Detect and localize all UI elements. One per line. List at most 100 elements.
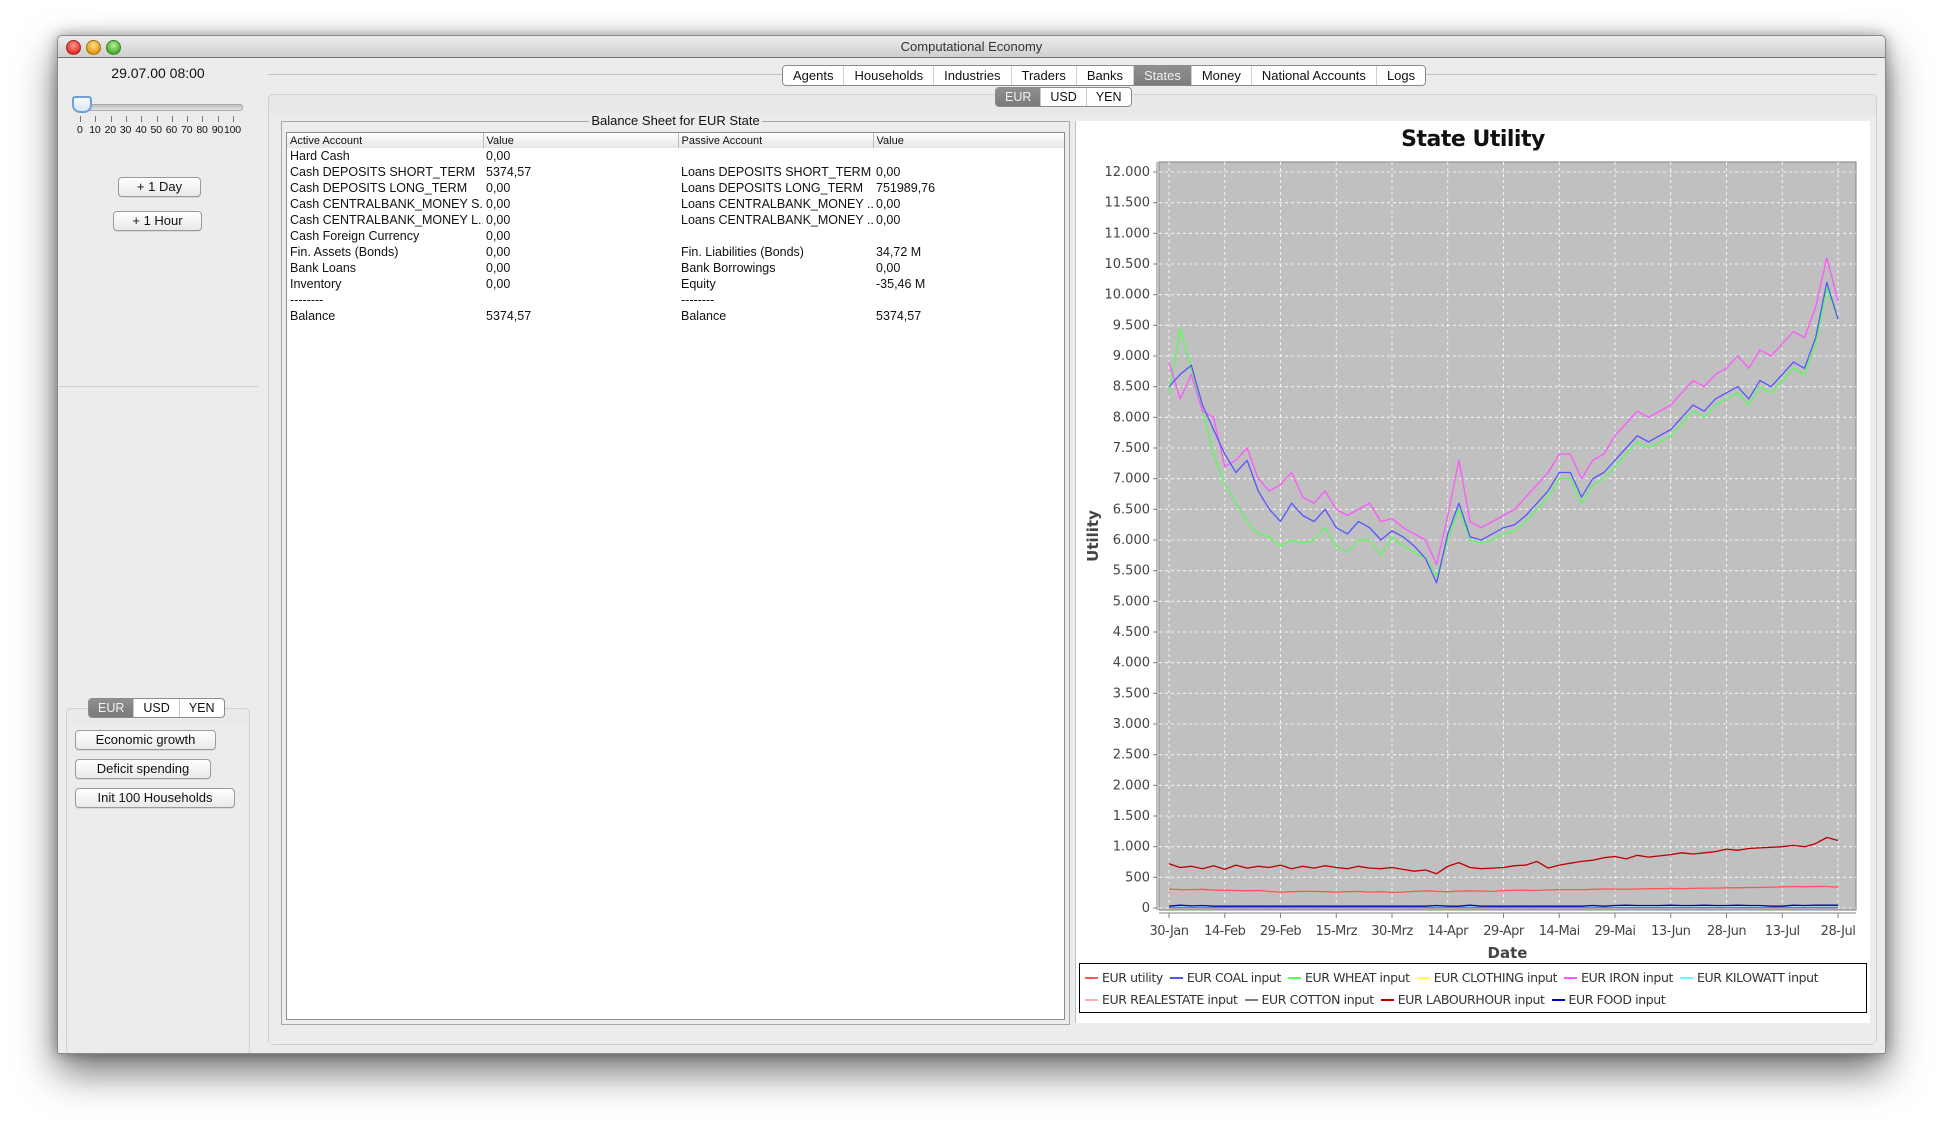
column-header[interactable]: Value (872, 133, 1064, 148)
y-tick-label: 10.000 (1105, 288, 1151, 303)
table-cell: 0,00 (876, 197, 901, 211)
economic-growth-button[interactable]: Economic growth (75, 730, 216, 750)
y-tick-label: 11.500 (1105, 196, 1151, 211)
table-cell: 34,72 M (876, 245, 922, 259)
table-cell: -------- (290, 293, 324, 307)
y-tick-label: 10.500 (1105, 257, 1151, 272)
table-row[interactable]: Cash CENTRALBANK_MONEY S... 0,00 Loans CEN… (287, 196, 1064, 212)
table-cell: 0,00 (486, 149, 511, 163)
x-tick-label: 14-Feb (1204, 924, 1245, 939)
table-cell (873, 148, 1064, 164)
table-cell: 0,00 (486, 197, 511, 211)
tab-states[interactable]: States (1132, 66, 1191, 85)
left-currency-tab-usd[interactable]: USD (133, 699, 178, 717)
table-cell: 5374,57 (486, 309, 532, 323)
slider-tick-label: 40 (135, 124, 147, 136)
table-cell: Bank Loans (290, 261, 357, 275)
table-row[interactable]: Hard Cash 0,00 (287, 148, 1064, 164)
slider-tick-label: 10 (89, 124, 101, 136)
tab-agents[interactable]: Agents (783, 66, 843, 85)
legend-item[interactable]: EUR LABOURHOUR input (1380, 992, 1545, 1007)
tab-households[interactable]: Households (843, 66, 933, 85)
table-row[interactable]: Cash CENTRALBANK_MONEY L... 0,00 Loans CEN… (287, 212, 1064, 228)
title-bar[interactable]: Computational Economy (58, 36, 1885, 58)
slider-thumb[interactable] (72, 96, 92, 113)
table-cell: Loans DEPOSITS SHORT_TERM (681, 165, 872, 179)
panel-divider (58, 386, 258, 387)
table-row[interactable]: Balance 5374,57 Balance 5374,57 (287, 308, 1064, 324)
balance-sheet-panel: Balance Sheet for EUR State Active Accou… (281, 113, 1070, 1025)
column-header[interactable]: Passive Account (677, 133, 873, 148)
table-cell: 0,00 (486, 245, 511, 259)
table-cell: 0,00 (486, 181, 511, 195)
add-day-button[interactable]: + 1 Day (118, 177, 201, 197)
x-tick-label: 14-Apr (1428, 924, 1470, 939)
slider-track[interactable] (73, 104, 243, 111)
legend-item[interactable]: EUR KILOWATT input (1679, 970, 1819, 985)
table-row[interactable]: Inventory 0,00 Equity -35,46 M (287, 276, 1064, 292)
column-header[interactable]: Value (482, 133, 678, 148)
table-row[interactable]: Cash Foreign Currency 0,00 (287, 228, 1064, 244)
y-tick-label: 1.500 (1113, 809, 1150, 824)
table-cell: Equity (681, 277, 716, 291)
legend-label: EUR CLOTHING input (1433, 970, 1558, 985)
tab-money[interactable]: Money (1190, 66, 1251, 85)
add-hour-button[interactable]: + 1 Hour (113, 211, 202, 231)
table-cell (873, 228, 1064, 244)
table-cell: Fin. Liabilities (Bonds) (681, 245, 804, 259)
table-cell: 0,00 (876, 213, 901, 227)
slider-tick (217, 116, 219, 122)
table-row[interactable]: Bank Loans 0,00 Bank Borrowings 0,00 (287, 260, 1064, 276)
legend-item[interactable]: EUR IRON input (1564, 970, 1673, 985)
table-row[interactable]: -------- -------- (287, 292, 1064, 308)
legend-item[interactable]: EUR utility (1085, 970, 1163, 985)
slider-tick-label: 90 (211, 124, 223, 136)
x-tick-label: 30-Jan (1150, 924, 1189, 939)
speed-slider[interactable]: 0 10 20 30 40 50 60 70 80 90 100 (72, 96, 243, 141)
left-currency-tabs: EUR USD YEN (88, 698, 225, 718)
left-currency-tab-eur[interactable]: EUR (89, 699, 134, 717)
tab-industries[interactable]: Industries (933, 66, 1010, 85)
table-row[interactable]: Cash DEPOSITS SHORT_TERM 5374,57 Loans DEP… (287, 164, 1064, 180)
balance-sheet-scroll[interactable]: Active Account Value Passive Account Value … (286, 132, 1065, 1020)
legend-swatch (1244, 998, 1258, 1001)
legend-swatch (1169, 976, 1183, 979)
tab-logs[interactable]: Logs (1375, 66, 1425, 85)
legend-item[interactable]: EUR CLOTHING input (1416, 970, 1558, 985)
table-cell: Cash CENTRALBANK_MONEY S... (290, 197, 483, 211)
y-axis-label: Utility (1084, 510, 1102, 562)
tab-national-accounts[interactable]: National Accounts (1250, 66, 1376, 85)
currency-tab-eur[interactable]: EUR (996, 88, 1041, 106)
y-tick-label: 9.000 (1113, 349, 1150, 364)
slider-tick (156, 116, 158, 122)
slider-tick-label: 100 (224, 124, 241, 136)
legend-item[interactable]: EUR COTTON input (1244, 992, 1374, 1007)
column-header[interactable]: Active Account (287, 133, 483, 148)
x-tick-label: 29-Apr (1483, 924, 1525, 939)
currency-tab-usd[interactable]: USD (1040, 88, 1085, 106)
table-row[interactable]: Cash DEPOSITS LONG_TERM 0,00 Loans DEPOSIT… (287, 180, 1064, 196)
tab-traders[interactable]: Traders (1010, 66, 1076, 85)
legend-swatch (1416, 976, 1430, 979)
table-cell: 0,00 (486, 229, 511, 243)
deficit-spending-button[interactable]: Deficit spending (75, 759, 211, 779)
y-tick-label: 6.500 (1113, 502, 1150, 517)
main-tabs: Agents Households Industries Traders Banks St… (782, 65, 1427, 86)
left-currency-tab-yen[interactable]: YEN (178, 699, 224, 717)
x-tick-label: 29-Mai (1594, 924, 1635, 939)
currency-tab-yen[interactable]: YEN (1085, 88, 1131, 106)
legend-item[interactable]: EUR FOOD input (1551, 992, 1666, 1007)
legend-item[interactable]: EUR WHEAT input (1287, 970, 1410, 985)
init-households-button[interactable]: Init 100 Households (75, 788, 235, 808)
tab-banks[interactable]: Banks (1075, 66, 1133, 85)
table-cell (483, 292, 678, 308)
table-cell: Bank Borrowings (681, 261, 776, 275)
legend-item[interactable]: EUR COAL input (1169, 970, 1281, 985)
table-row[interactable]: Fin. Assets (Bonds) 0,00 Fin. Liabilities … (287, 244, 1064, 260)
legend-swatch (1085, 998, 1098, 1001)
slider-tick (95, 116, 97, 122)
slider-tick-label: 80 (196, 124, 208, 136)
table-cell: Fin. Assets (Bonds) (290, 245, 399, 259)
slider-tick (110, 116, 112, 122)
legend-item[interactable]: EUR REALESTATE input (1085, 992, 1238, 1007)
